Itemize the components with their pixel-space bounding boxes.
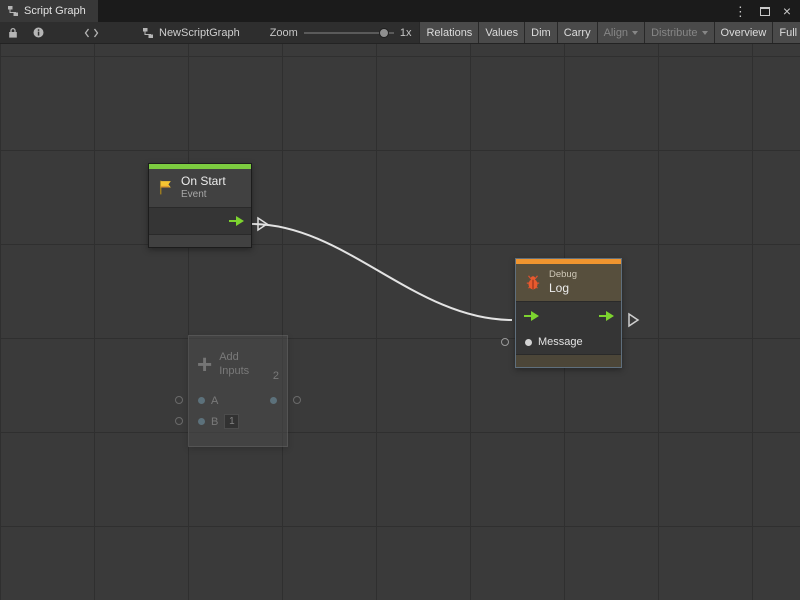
distribute-button: Distribute — [644, 22, 713, 44]
zoom-slider-handle[interactable] — [379, 28, 389, 38]
window-titlebar: Script Graph ⋮ × — [0, 0, 800, 22]
script-graph-icon — [142, 27, 154, 39]
zoom-slider[interactable] — [304, 22, 394, 44]
dropdown-arrow-icon — [702, 31, 708, 35]
tab-script-graph[interactable]: Script Graph — [0, 0, 98, 22]
node-header[interactable]: On Start Event — [149, 169, 251, 207]
zoom-value: 1x — [400, 27, 412, 39]
port-row-b: B 1 — [189, 411, 287, 432]
lock-icon[interactable] — [5, 22, 21, 44]
message-input-row: Message — [516, 331, 621, 354]
flow-output-port-icon[interactable] — [598, 311, 614, 321]
unconnected-port-icon[interactable] — [501, 338, 509, 346]
value-input-port-icon[interactable] — [525, 339, 532, 346]
node-add-preview[interactable]: + Add Inputs 2 A B 1 — [188, 335, 288, 447]
port-row-a: A — [189, 390, 287, 411]
node-title: Log — [549, 281, 577, 296]
info-icon[interactable] — [30, 22, 47, 44]
overview-button[interactable]: Overview — [714, 22, 773, 44]
node-category: Debug — [549, 269, 577, 281]
node-title: On Start — [181, 174, 226, 189]
flow-input-port-icon[interactable] — [523, 311, 539, 321]
graph-reference[interactable]: NewScriptGraph — [142, 27, 240, 39]
value-output-port-icon[interactable] — [270, 397, 277, 404]
input-count: 2 — [273, 370, 279, 384]
graph-toolbar: NewScriptGraph Zoom 1x Relations Values … — [0, 22, 800, 44]
align-button: Align — [597, 22, 644, 44]
node-title: Add Inputs — [219, 350, 263, 379]
unconnected-port-icon[interactable] — [293, 396, 301, 404]
graph-canvas[interactable]: On Start Event Debug — [0, 44, 800, 600]
graph-icon — [7, 5, 19, 17]
flow-output-row — [149, 207, 251, 234]
close-icon[interactable]: × — [783, 4, 791, 18]
node-header: + Add Inputs 2 — [189, 336, 287, 390]
flow-connection-wire[interactable] — [252, 224, 512, 320]
flow-io-row — [516, 301, 621, 331]
unconnected-port-icon[interactable] — [175, 396, 183, 404]
relations-button[interactable]: Relations — [419, 22, 478, 44]
values-button[interactable]: Values — [478, 22, 524, 44]
plus-icon: + — [197, 353, 212, 375]
carry-button[interactable]: Carry — [557, 22, 597, 44]
wire-start-arrow-icon — [258, 218, 267, 230]
bug-icon — [524, 273, 542, 291]
value-input-port-icon[interactable] — [198, 418, 205, 425]
zoom-label: Zoom — [270, 27, 298, 39]
port-label: Message — [538, 336, 583, 348]
value-input-port-icon[interactable] — [198, 397, 205, 404]
node-debug-log[interactable]: Debug Log Message — [515, 258, 622, 368]
dim-button[interactable]: Dim — [524, 22, 557, 44]
wire-layer — [0, 44, 800, 600]
flow-output-port-icon[interactable] — [228, 216, 244, 226]
node-footer — [149, 234, 251, 247]
default-value-field[interactable]: 1 — [224, 414, 239, 429]
node-subtitle: Event — [181, 189, 226, 202]
node-on-start[interactable]: On Start Event — [148, 163, 252, 248]
tab-label: Script Graph — [24, 5, 86, 17]
unconnected-port-icon[interactable] — [175, 417, 183, 425]
port-label: B — [211, 416, 218, 428]
code-icon[interactable] — [81, 22, 102, 44]
toolbar-buttons: Relations Values Dim Carry Align Distrib… — [419, 22, 800, 44]
node-header[interactable]: Debug Log — [516, 264, 621, 301]
graph-name: NewScriptGraph — [159, 27, 240, 39]
dropdown-arrow-icon — [632, 31, 638, 35]
node-footer — [516, 354, 621, 367]
maximize-icon[interactable] — [760, 7, 770, 16]
output-hint-arrow-icon — [629, 314, 638, 326]
window-menu-icon[interactable]: ⋮ — [734, 5, 747, 18]
titlebar-spacer — [98, 0, 734, 22]
port-label: A — [211, 395, 218, 407]
flag-icon — [157, 179, 174, 196]
fullscreen-button[interactable]: Full S — [772, 22, 800, 44]
